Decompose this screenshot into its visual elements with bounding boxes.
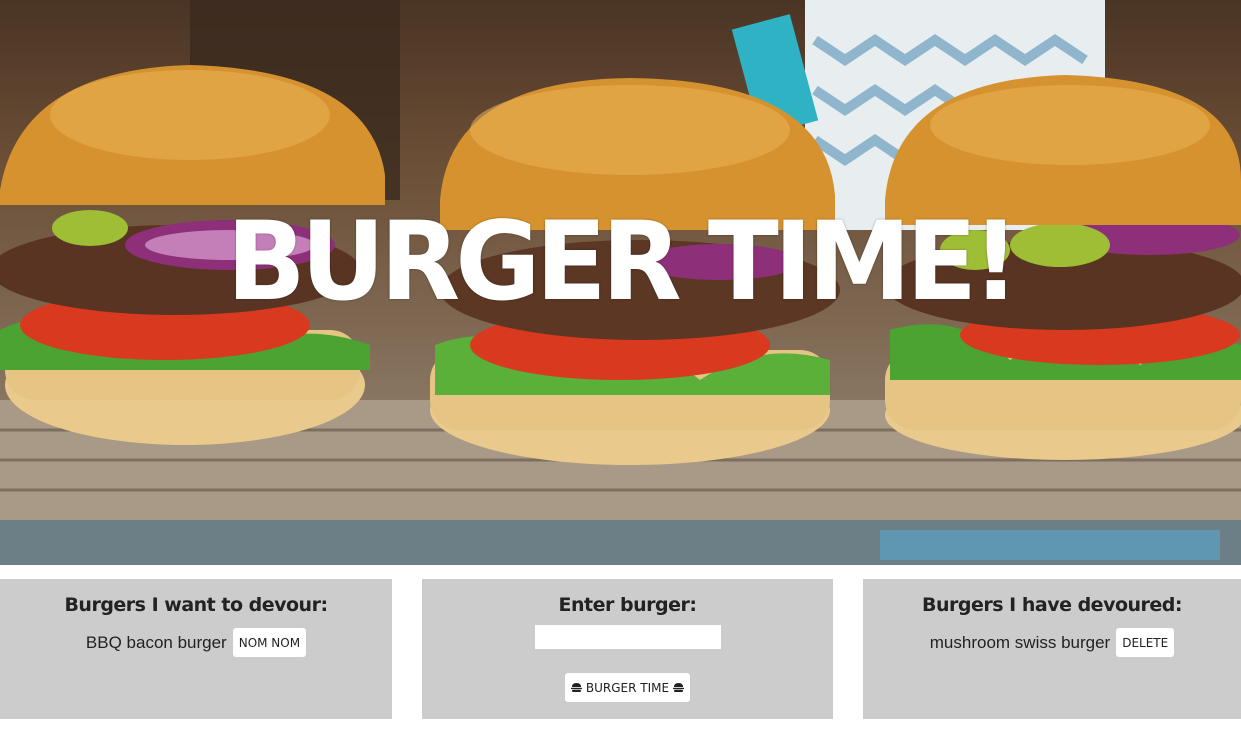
list-item: mushroom swiss burger DELETE <box>863 628 1241 657</box>
list-item: BBQ bacon burger NOM NOM <box>0 628 392 657</box>
burger-name-input[interactable] <box>534 625 721 649</box>
page-title: BURGER TIME! <box>226 196 1019 326</box>
burger-name: BBQ bacon burger <box>85 632 227 652</box>
burger-time-label: BURGER TIME <box>585 680 670 695</box>
hero-banner: BURGER TIME! <box>0 0 1241 565</box>
want-to-devour-heading: Burgers I want to devour: <box>64 594 328 616</box>
delete-button[interactable]: DELETE <box>1116 628 1175 657</box>
enter-burger-panel: Enter burger: BURGER TIME <box>422 579 833 719</box>
burger-name: mushroom swiss burger <box>929 632 1111 652</box>
hamburger-icon <box>673 683 685 692</box>
enter-burger-heading: Enter burger: <box>558 594 697 616</box>
burger-time-button[interactable]: BURGER TIME <box>564 673 691 702</box>
devoured-heading: Burgers I have devoured: <box>922 594 1182 616</box>
devoured-panel: Burgers I have devoured: mushroom swiss … <box>863 579 1241 719</box>
devour-button[interactable]: NOM NOM <box>232 628 307 657</box>
want-to-devour-panel: Burgers I want to devour: BBQ bacon burg… <box>0 579 392 719</box>
hamburger-icon <box>570 683 582 692</box>
